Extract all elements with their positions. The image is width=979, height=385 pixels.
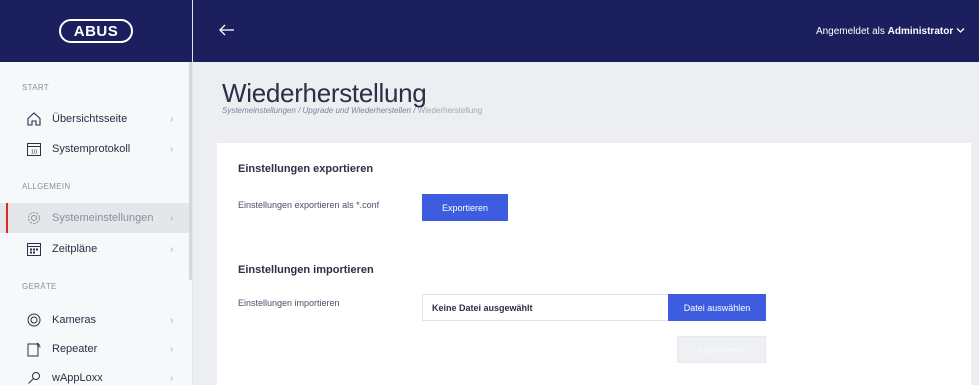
svg-text:10: 10 — [31, 150, 37, 156]
export-button[interactable]: Exportieren — [422, 194, 508, 221]
chevron-right-icon: › — [170, 372, 174, 384]
sidebar-item-zeitplaene[interactable]: Zeitpläne › — [0, 234, 190, 264]
section-label-start: START — [22, 83, 49, 92]
active-indicator — [6, 203, 8, 233]
sidebar-scrollbar[interactable] — [189, 62, 192, 280]
section-label-geraete: GERÄTE — [22, 282, 57, 291]
file-name-display[interactable]: Keine Datei ausgewählt — [422, 294, 674, 321]
chevron-right-icon: › — [170, 314, 174, 326]
chevron-down-icon — [956, 26, 965, 37]
export-section-title: Einstellungen exportieren — [238, 163, 374, 175]
choose-file-button[interactable]: Datei auswählen — [668, 294, 766, 321]
abus-logo[interactable]: ABUS — [59, 19, 133, 43]
sidebar-item-label: wAppLoxx — [52, 372, 103, 384]
sidebar-item-label: Repeater — [52, 343, 98, 355]
sidebar-item-systemprotokoll[interactable]: 10 Systemprotokoll › — [0, 134, 190, 164]
sidebar-item-wapploxx[interactable]: wAppLoxx › — [0, 363, 190, 385]
breadcrumb-separator: / — [298, 106, 301, 115]
import-label: Einstellungen importieren — [238, 298, 340, 308]
page-title: Wiederherstellung — [222, 78, 427, 108]
import-button[interactable]: Importieren — [677, 336, 766, 363]
sidebar-item-label: Kameras — [52, 314, 97, 326]
user-menu[interactable]: Angemeldet als Administrator — [816, 26, 965, 37]
breadcrumb-current: Wiederherstellung — [417, 106, 483, 115]
user-name: Administrator — [887, 26, 954, 37]
home-icon — [26, 111, 42, 127]
calendar-10-icon: 10 — [26, 141, 42, 157]
user-prefix: Angemeldet als — [815, 26, 885, 37]
sidebar-item-systemeinstellungen[interactable]: Systemeinstellungen › — [0, 203, 190, 233]
chevron-right-icon: › — [170, 113, 174, 125]
sidebar-item-label: Systemprotokoll — [52, 143, 131, 155]
sidebar-item-label: Übersichtsseite — [52, 113, 128, 125]
sidebar-item-label: Systemeinstellungen — [52, 212, 154, 224]
chevron-right-icon: › — [170, 143, 174, 155]
chevron-right-icon: › — [170, 243, 174, 255]
sidebar-item-kameras[interactable]: Kameras › — [0, 305, 190, 335]
settings-card: Einstellungen exportieren Einstellungen … — [217, 143, 971, 385]
sidebar-item-label: Zeitpläne — [52, 243, 98, 255]
chevron-right-icon: › — [170, 343, 174, 355]
key-icon — [26, 370, 42, 385]
arrow-left-icon[interactable] — [217, 20, 237, 40]
sidebar-item-uebersichtsseite[interactable]: Übersichtsseite › — [0, 104, 190, 134]
export-label: Einstellungen exportieren als *.conf — [238, 200, 380, 210]
chevron-right-icon: › — [170, 212, 174, 224]
camera-icon — [26, 312, 42, 328]
schedule-icon — [26, 241, 42, 257]
logo-bar: ABUS — [0, 0, 192, 62]
repeater-icon — [26, 341, 42, 357]
gear-icon — [26, 210, 42, 226]
section-label-allgemein: ALLGEMEIN — [22, 182, 71, 191]
top-bar: Angemeldet als Administrator — [193, 0, 979, 62]
breadcrumb: Systemeinstellungen / Upgrade und Wieder… — [222, 106, 482, 115]
sidebar-item-repeater[interactable]: Repeater › — [0, 334, 190, 364]
breadcrumb-link-systemeinstellungen[interactable]: Systemeinstellungen — [222, 106, 296, 115]
breadcrumb-link-upgrade[interactable]: Upgrade und Wiederherstellen — [303, 106, 411, 115]
import-section-title: Einstellungen importieren — [238, 264, 374, 276]
breadcrumb-separator: / — [413, 106, 416, 115]
sidebar: ABUS START Übersichtsseite › 10 Systempr… — [0, 0, 193, 385]
